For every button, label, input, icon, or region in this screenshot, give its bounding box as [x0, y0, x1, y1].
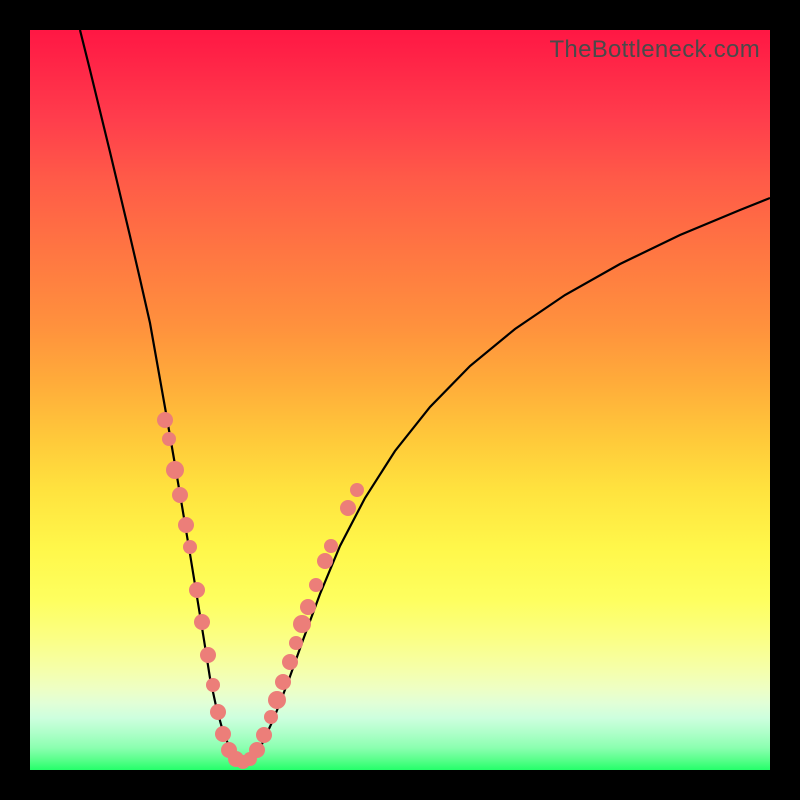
curve-marker: [249, 742, 265, 758]
curve-marker: [178, 517, 194, 533]
curve-marker: [282, 654, 298, 670]
curve-marker: [183, 540, 197, 554]
curve-marker: [215, 726, 231, 742]
curve-marker: [194, 614, 210, 630]
plot-area: TheBottleneck.com: [30, 30, 770, 770]
curve-markers: [157, 412, 364, 769]
curve-marker: [206, 678, 220, 692]
curve-marker: [166, 461, 184, 479]
curve-marker: [350, 483, 364, 497]
curve-marker: [340, 500, 356, 516]
curve-marker: [157, 412, 173, 428]
curve-marker: [189, 582, 205, 598]
curve-marker: [300, 599, 316, 615]
curve-marker: [293, 615, 311, 633]
curve-layer: [30, 30, 770, 770]
curve-marker: [289, 636, 303, 650]
curve-marker: [210, 704, 226, 720]
curve-marker: [256, 727, 272, 743]
curve-marker: [200, 647, 216, 663]
curve-marker: [275, 674, 291, 690]
curve-marker: [268, 691, 286, 709]
curve-marker: [324, 539, 338, 553]
chart-frame: TheBottleneck.com: [0, 0, 800, 800]
curve-marker: [317, 553, 333, 569]
curve-marker: [264, 710, 278, 724]
curve-marker: [162, 432, 176, 446]
curve-marker: [309, 578, 323, 592]
bottleneck-curve-path: [80, 30, 770, 762]
curve-marker: [172, 487, 188, 503]
